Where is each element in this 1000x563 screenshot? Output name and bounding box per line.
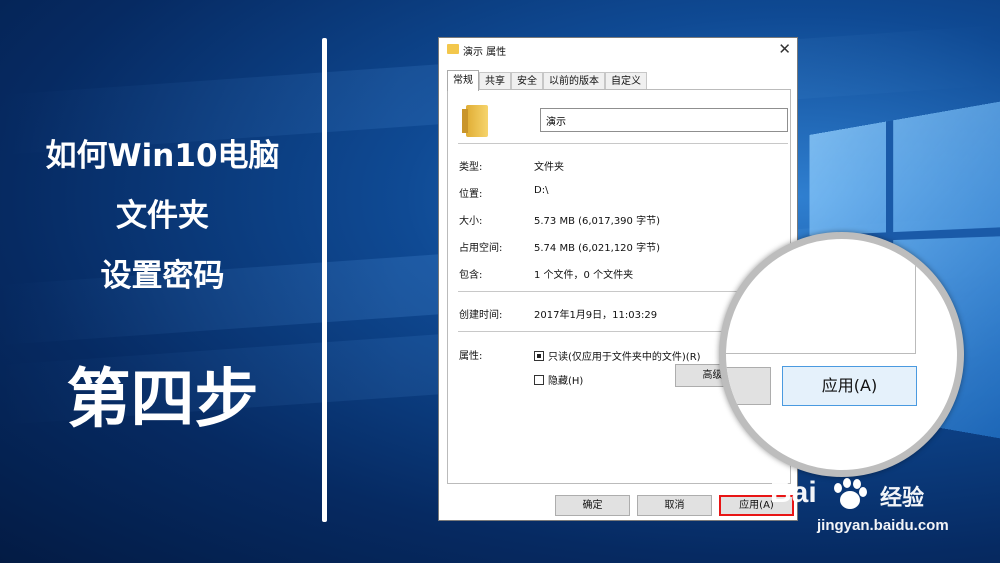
tab-general[interactable]: 常规 — [447, 70, 479, 91]
magnified-panel-border — [726, 239, 916, 354]
checkbox-indeterminate-icon — [534, 350, 544, 361]
title-line-1: 如何Win10电脑 — [45, 138, 280, 174]
title-line-2: 文件夹 — [116, 198, 209, 234]
readonly-checkbox[interactable]: 只读(仅应用于文件夹中的文件)(R) — [534, 348, 701, 363]
tab-customize[interactable]: 自定义 — [605, 72, 647, 90]
disk-size-value: 5.74 MB (6,021,120 字节) — [534, 243, 660, 254]
ok-button[interactable]: 确定 — [555, 495, 630, 516]
location-value: D:\ — [534, 185, 549, 196]
tab-previous-versions[interactable]: 以前的版本 — [543, 72, 605, 90]
paw-icon — [834, 478, 867, 509]
tab-security[interactable]: 安全 — [511, 72, 543, 90]
created-value: 2017年1月9日，11:03:29 — [534, 310, 658, 321]
close-icon[interactable]: ✕ — [778, 40, 791, 58]
tab-sharing[interactable]: 共享 — [479, 72, 511, 90]
jingyan-text: 经验 — [880, 486, 925, 511]
location-label: 位置: — [459, 189, 483, 200]
type-label: 类型: — [459, 162, 483, 173]
type-value: 文件夹 — [534, 162, 564, 173]
magnified-advanced-button — [726, 367, 771, 405]
magnifier-callout: 应用(A) — [719, 232, 964, 477]
title-line-3: 设置密码 — [100, 258, 225, 294]
attributes-label: 属性: — [459, 351, 483, 362]
watermark-url: jingyan.baidu.com — [817, 517, 949, 534]
readonly-label: 只读(仅应用于文件夹中的文件)(R) — [548, 352, 701, 363]
cancel-button[interactable]: 取消 — [637, 495, 712, 516]
checkbox-icon — [534, 374, 544, 385]
contains-label: 包含: — [459, 270, 483, 281]
magnified-apply-button: 应用(A) — [782, 366, 917, 406]
hidden-checkbox[interactable]: 隐藏(H) — [534, 372, 583, 387]
size-value: 5.73 MB (6,017,390 字节) — [534, 216, 660, 227]
step-label: 第四步 — [66, 363, 259, 437]
contains-value: 1 个文件，0 个文件夹 — [534, 270, 634, 281]
folder-name-input[interactable] — [540, 108, 788, 132]
created-label: 创建时间: — [459, 310, 503, 321]
size-label: 大小: — [459, 216, 483, 227]
folder-icon — [462, 105, 488, 137]
title-bar[interactable]: 演示 属性 ✕ — [439, 38, 797, 61]
disk-size-label: 占用空间: — [459, 243, 503, 254]
baidu-logo-text: Bai — [770, 476, 817, 509]
divider — [322, 38, 327, 522]
hidden-label: 隐藏(H) — [548, 376, 584, 387]
tab-bar: 常规 共享 安全 以前的版本 自定义 — [447, 70, 647, 91]
folder-icon — [447, 44, 459, 54]
dialog-title: 演示 属性 — [463, 47, 507, 58]
separator — [458, 143, 788, 144]
